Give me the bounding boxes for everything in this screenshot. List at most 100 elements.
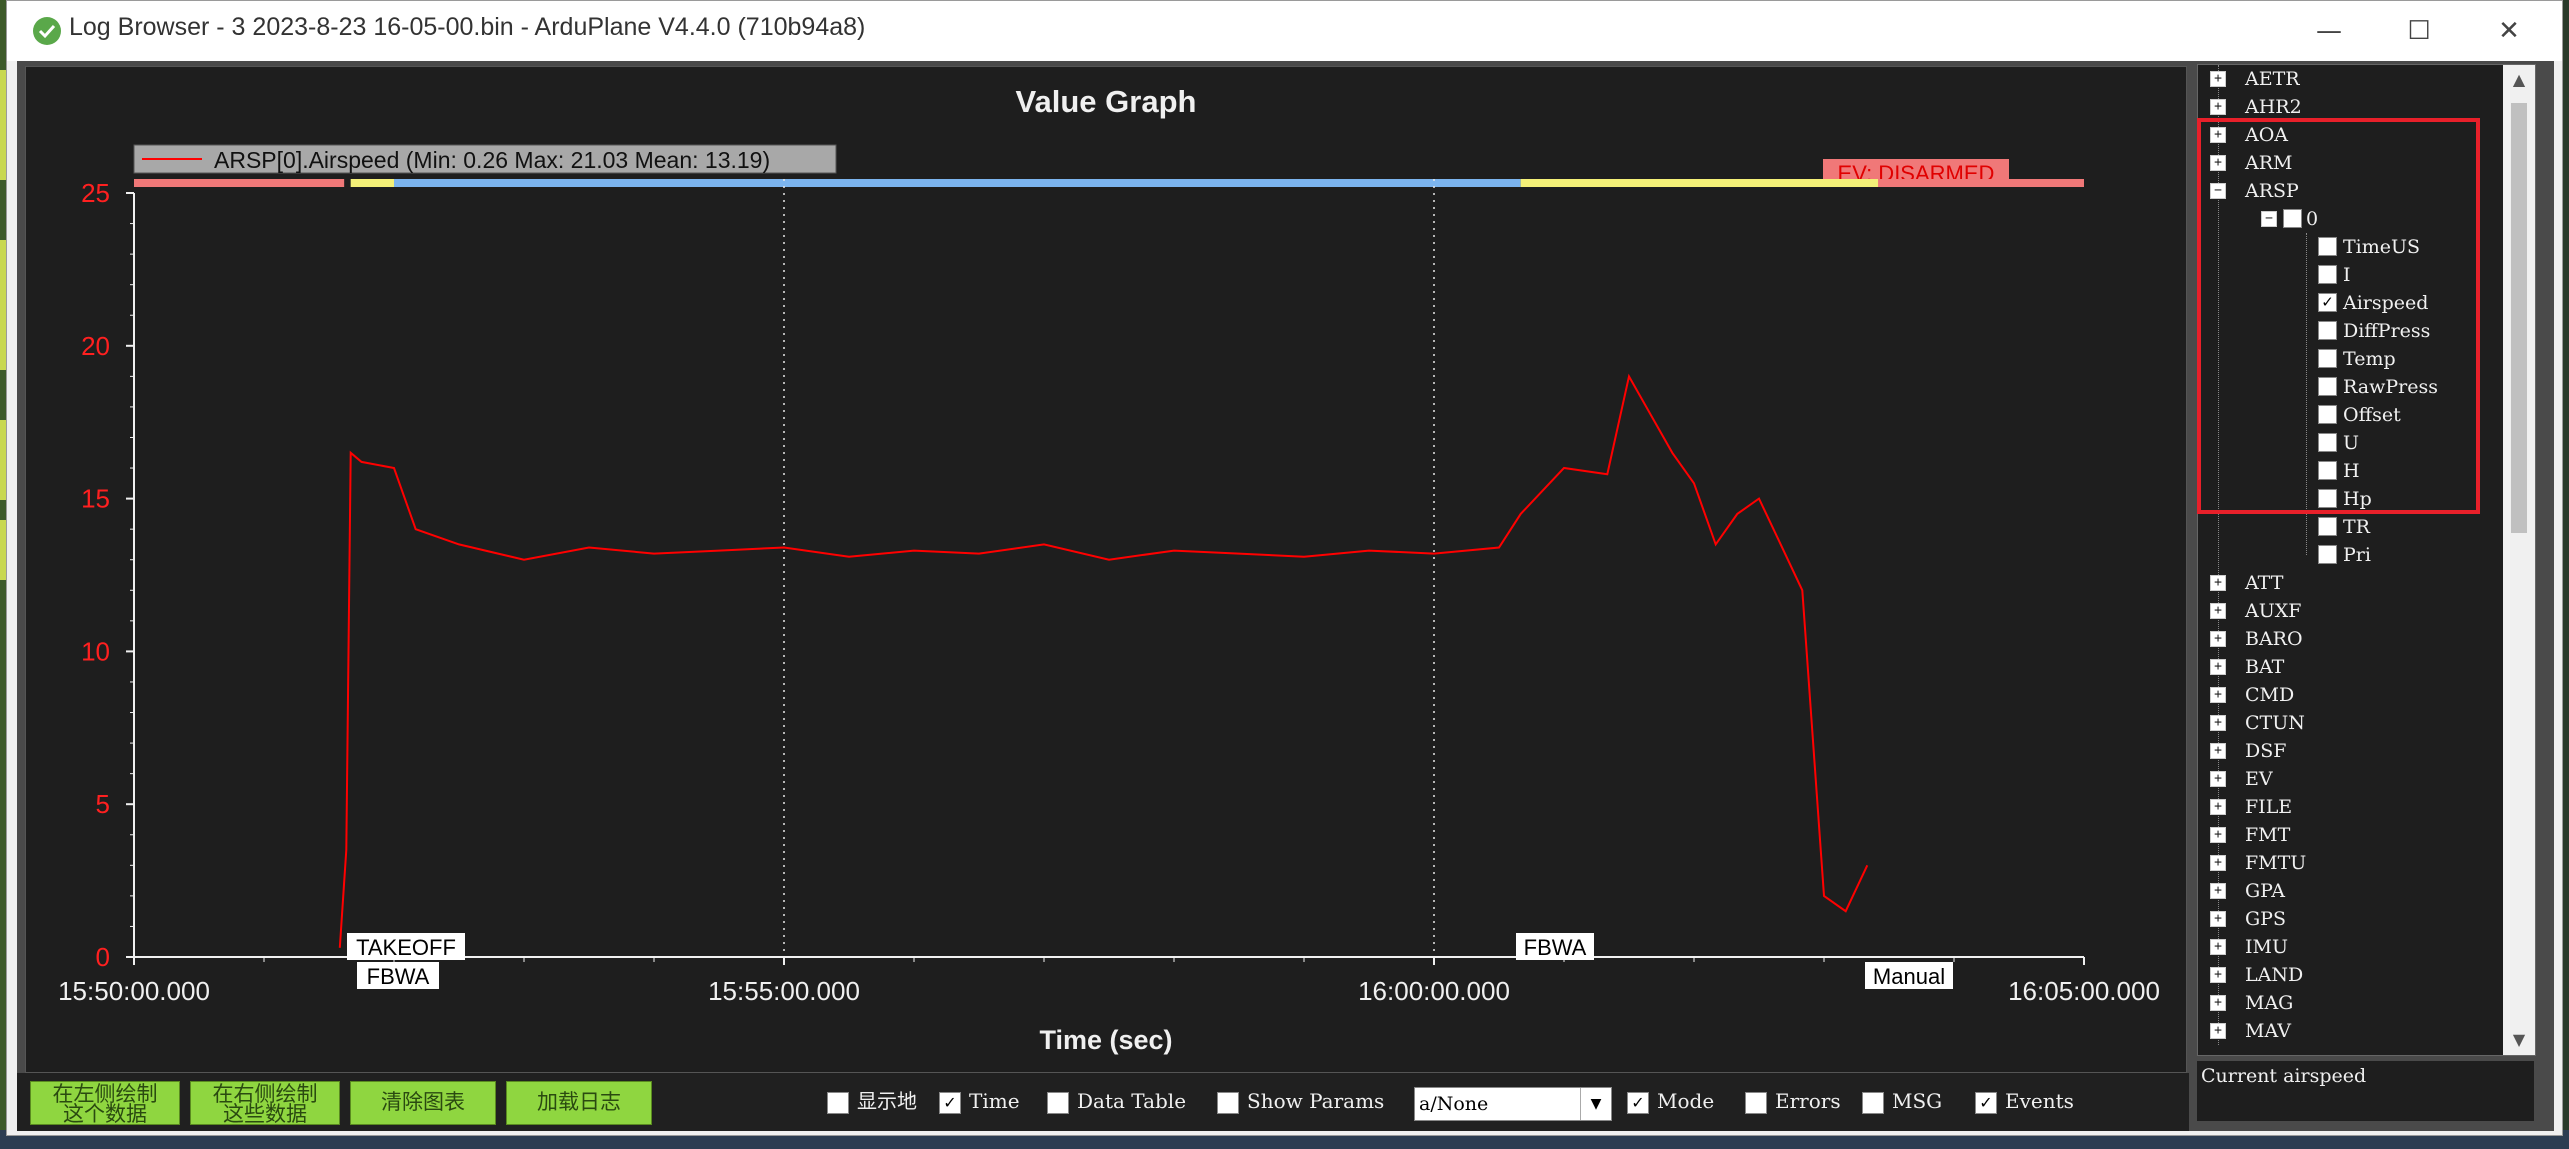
errors-checkbox[interactable]: Errors xyxy=(1745,1087,1841,1115)
expand-icon[interactable]: + xyxy=(2210,967,2226,983)
tree-item-baro[interactable]: + BARO xyxy=(2198,625,2498,653)
tree-item-att[interactable]: + ATT xyxy=(2198,569,2498,597)
y-tick-label: 5 xyxy=(96,789,110,819)
x-tick-label: 16:00:00.000 xyxy=(1358,976,1510,1006)
mode-checkbox[interactable]: ✓ Mode xyxy=(1627,1087,1714,1115)
expand-icon[interactable]: + xyxy=(2210,99,2226,115)
tree-item-bat[interactable]: + BAT xyxy=(2198,653,2498,681)
close-button[interactable]: ✕ xyxy=(2479,11,2539,51)
tree-item-gps[interactable]: + GPS xyxy=(2198,905,2498,933)
tree-item-label: ATT xyxy=(2245,572,2284,594)
field-label: Pri xyxy=(2343,544,2371,566)
clear-graph-button[interactable]: 清除图表 xyxy=(350,1081,496,1125)
events-checkbox[interactable]: ✓ Events xyxy=(1975,1087,2074,1115)
expand-icon[interactable]: + xyxy=(2210,995,2226,1011)
check-icon: ✓ xyxy=(1975,1091,1997,1114)
checkbox-icon xyxy=(1862,1091,1884,1114)
scroll-up-icon[interactable]: ▲ xyxy=(2503,65,2535,95)
mode-label-fbwa-2: FBWA xyxy=(1524,935,1587,960)
title-bar[interactable]: Log Browser - 3 2023-8-23 16-05-00.bin -… xyxy=(7,1,2562,61)
data-table-checkbox[interactable]: Data Table xyxy=(1047,1087,1186,1115)
client-area: Value Graph ARSP[0].Airspeed (Min: 0.26 … xyxy=(17,61,2554,1131)
tree-item-label: AUXF xyxy=(2245,600,2302,622)
checkbox-icon xyxy=(1217,1091,1239,1114)
tree-field-pri[interactable]: Pri xyxy=(2198,541,2498,569)
window-title: Log Browser - 3 2023-8-23 16-05-00.bin -… xyxy=(69,13,866,41)
msg-checkbox[interactable]: MSG xyxy=(1862,1087,1942,1115)
highlight-annotation xyxy=(2197,118,2480,514)
y-tick-label: 15 xyxy=(81,484,110,514)
tree-item-fmt[interactable]: + FMT xyxy=(2198,821,2498,849)
show-map-checkbox[interactable]: 显示地 xyxy=(827,1087,917,1115)
mode-combobox[interactable]: a/None ▼ xyxy=(1414,1087,1612,1121)
scroll-thumb[interactable] xyxy=(2511,103,2527,533)
tree-field-tr[interactable]: TR xyxy=(2198,513,2498,541)
value-graph[interactable]: Value Graph ARSP[0].Airspeed (Min: 0.26 … xyxy=(25,66,2187,1073)
show-params-checkbox[interactable]: Show Params xyxy=(1217,1087,1384,1115)
tree-item-ev[interactable]: + EV xyxy=(2198,765,2498,793)
checkbox-icon[interactable] xyxy=(2318,545,2337,564)
expand-icon[interactable]: + xyxy=(2210,939,2226,955)
expand-icon[interactable]: + xyxy=(2210,659,2226,675)
tree-item-mav[interactable]: + MAV xyxy=(2198,1017,2498,1045)
tree-item-label: BARO xyxy=(2245,628,2303,650)
minimize-button[interactable]: — xyxy=(2299,11,2359,51)
maximize-button[interactable]: ☐ xyxy=(2389,11,2449,51)
tree-item-auxf[interactable]: + AUXF xyxy=(2198,597,2498,625)
tree-item-label: CTUN xyxy=(2245,712,2305,734)
tree-item-ahr2[interactable]: + AHR2 xyxy=(2198,93,2498,121)
tree-item-file[interactable]: + FILE xyxy=(2198,793,2498,821)
tree-item-aetr[interactable]: + AETR xyxy=(2198,65,2498,93)
expand-icon[interactable]: + xyxy=(2210,883,2226,899)
tree-item-label: BAT xyxy=(2245,656,2285,678)
tree-item-mag[interactable]: + MAG xyxy=(2198,989,2498,1017)
expand-icon[interactable]: + xyxy=(2210,603,2226,619)
chevron-down-icon[interactable]: ▼ xyxy=(1580,1088,1611,1120)
x-axis-label: Time (sec) xyxy=(1039,1025,1172,1055)
graph-title: Value Graph xyxy=(1016,84,1197,119)
expand-icon[interactable]: + xyxy=(2210,71,2226,87)
tree-item-label: AETR xyxy=(2245,68,2300,90)
expand-icon[interactable]: + xyxy=(2210,911,2226,927)
expand-icon[interactable]: + xyxy=(2210,799,2226,815)
scroll-down-icon[interactable]: ▼ xyxy=(2503,1025,2535,1055)
tree-item-label: GPA xyxy=(2245,880,2285,902)
tree-item-imu[interactable]: + IMU xyxy=(2198,933,2498,961)
expand-icon[interactable]: + xyxy=(2210,855,2226,871)
tree-item-label: MAV xyxy=(2245,1020,2291,1042)
checkbox-icon xyxy=(1047,1091,1069,1114)
tree-item-dsf[interactable]: + DSF xyxy=(2198,737,2498,765)
tree-item-label: MAG xyxy=(2245,992,2294,1014)
checkbox-icon xyxy=(827,1091,849,1114)
expand-icon[interactable]: + xyxy=(2210,827,2226,843)
expand-icon[interactable]: + xyxy=(2210,687,2226,703)
tree-item-gpa[interactable]: + GPA xyxy=(2198,877,2498,905)
checkbox-icon[interactable] xyxy=(2318,517,2337,536)
tree-scrollbar[interactable]: ▲ ▼ xyxy=(2503,65,2535,1055)
time-checkbox[interactable]: ✓ Time xyxy=(939,1087,1020,1115)
expand-icon[interactable]: + xyxy=(2210,631,2226,647)
x-tick-label: 15:50:00.000 xyxy=(58,976,210,1006)
graph-right-button[interactable]: 在右侧绘制 这些数据 xyxy=(190,1081,340,1125)
tree-item-label: DSF xyxy=(2245,740,2287,762)
tree-item-ctun[interactable]: + CTUN xyxy=(2198,709,2498,737)
check-icon: ✓ xyxy=(939,1091,961,1114)
x-tick-label: 15:55:00.000 xyxy=(708,976,860,1006)
app-icon xyxy=(33,17,61,45)
legend-label: ARSP[0].Airspeed (Min: 0.26 Max: 21.03 M… xyxy=(214,147,770,173)
expand-icon[interactable]: + xyxy=(2210,715,2226,731)
expand-icon[interactable]: + xyxy=(2210,575,2226,591)
load-log-button[interactable]: 加载日志 xyxy=(506,1081,652,1125)
y-tick-label: 10 xyxy=(81,636,110,666)
tree-item-cmd[interactable]: + CMD xyxy=(2198,681,2498,709)
expand-icon[interactable]: + xyxy=(2210,743,2226,759)
graph-left-button[interactable]: 在左侧绘制 这个数据 xyxy=(30,1081,180,1125)
tree-item-land[interactable]: + LAND xyxy=(2198,961,2498,989)
tree-item-fmtu[interactable]: + FMTU xyxy=(2198,849,2498,877)
expand-icon[interactable]: + xyxy=(2210,1023,2226,1039)
mode-label-takeoff: TAKEOFF xyxy=(356,935,456,960)
mode-label-manual: Manual xyxy=(1873,964,1945,989)
expand-icon[interactable]: + xyxy=(2210,771,2226,787)
mode-label-fbwa-1: FBWA xyxy=(367,964,430,989)
check-icon: ✓ xyxy=(1627,1091,1649,1114)
